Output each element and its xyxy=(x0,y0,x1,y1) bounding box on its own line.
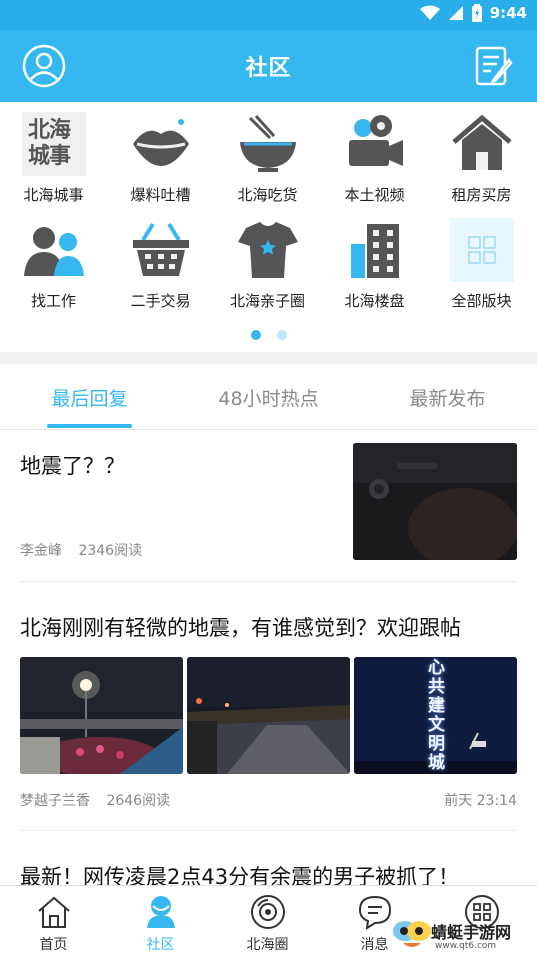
watermark-text: 蜻蜓手游网 xyxy=(431,923,512,942)
neon-sign-text: 心共建文明城 xyxy=(428,658,445,773)
section-divider xyxy=(0,352,537,364)
baby-clothes-icon xyxy=(238,222,298,278)
dragonfly-logo-icon xyxy=(393,921,431,947)
category-real-estate[interactable]: 北海楼盘 xyxy=(321,208,428,312)
category-all-sections[interactable]: 全部版块 xyxy=(428,208,535,312)
circle-icon xyxy=(251,895,285,929)
tab-last-reply[interactable]: 最后回复 xyxy=(0,384,179,411)
post-title: 北海刚刚有轻微的地震，有谁感觉到？欢迎跟帖 xyxy=(20,616,461,640)
page-dot-active xyxy=(250,330,261,340)
battery-icon xyxy=(471,4,482,22)
post-meta: 梦越子兰香 2646阅读 xyxy=(20,790,170,810)
post-image-1[interactable] xyxy=(20,657,183,774)
post-reads: 2646阅读 xyxy=(106,793,171,809)
category-housing[interactable]: 租房买房 xyxy=(428,102,535,206)
night-car-image xyxy=(353,443,517,560)
category-label: 找工作 xyxy=(30,292,76,310)
category-label: 北海吃货 xyxy=(237,186,298,204)
beihai-city-icon: 北海 城事 xyxy=(22,112,86,176)
post-item[interactable]: 北海刚刚有轻微的地震，有谁感觉到？欢迎跟帖 心共建文明城 梦越子兰香 2646阅… xyxy=(0,582,537,830)
category-label: 北海楼盘 xyxy=(344,292,405,310)
night-street-image xyxy=(20,657,183,774)
page-dot xyxy=(276,330,287,340)
home-icon xyxy=(38,896,70,928)
page-title: 社区 xyxy=(245,56,292,81)
grid-squares-icon xyxy=(468,236,496,264)
buildings-icon xyxy=(351,224,399,278)
feed-tabs: 最后回复 48小时热点 最新发布 xyxy=(0,364,537,430)
category-beihai-city[interactable]: 北海 城事 北海城事 xyxy=(0,102,107,206)
nav-community[interactable]: 社区 xyxy=(107,892,214,954)
post-item[interactable]: 地震了？？ 李金峰 2346阅读 xyxy=(0,430,537,582)
watermark: 蜻蜓手游网 www.qt6.com xyxy=(391,917,531,953)
category-label: 爆料吐槽 xyxy=(130,186,191,204)
post-image-2[interactable] xyxy=(187,657,350,774)
signal-icon xyxy=(448,6,463,20)
tab-48h-hot[interactable]: 48小时热点 xyxy=(179,384,358,411)
category-label: 北海亲子圈 xyxy=(229,292,305,310)
status-bar: 9:44 xyxy=(0,0,537,30)
post-reads: 2346阅读 xyxy=(78,543,143,559)
city-icon-line-1: 北海 xyxy=(28,118,71,143)
category-label: 二手交易 xyxy=(130,292,191,310)
video-camera-icon xyxy=(349,115,403,166)
nav-label: 社区 xyxy=(146,937,175,953)
category-jobs[interactable]: 找工作 xyxy=(0,208,107,312)
post-feed: 地震了？？ 李金峰 2346阅读 北海刚刚有轻微的地震，有谁感觉到？欢迎跟帖 心… xyxy=(0,430,537,885)
category-second-hand[interactable]: 二手交易 xyxy=(107,208,214,312)
message-icon xyxy=(358,895,392,930)
watermark-url: www.qt6.com xyxy=(435,941,497,951)
house-icon xyxy=(452,114,512,170)
noodle-bowl-icon xyxy=(240,114,296,172)
post-meta: 李金峰 2346阅读 xyxy=(20,540,142,560)
post-thumbnail[interactable] xyxy=(353,443,517,560)
tab-latest[interactable]: 最新发布 xyxy=(358,384,537,411)
status-icons: 9:44 xyxy=(419,4,527,22)
page-indicator xyxy=(0,330,537,340)
category-label: 北海城事 xyxy=(23,186,84,204)
post-author: 李金峰 xyxy=(20,543,62,559)
nav-label: 北海圈 xyxy=(246,937,289,953)
status-time: 9:44 xyxy=(489,4,527,22)
nav-label: 首页 xyxy=(39,937,68,953)
post-title: 地震了？？ xyxy=(20,454,125,478)
post-author: 梦越子兰香 xyxy=(20,793,90,809)
post-title: 最新！网传凌晨2点43分有余震的男子被抓了！ xyxy=(20,865,460,885)
app-header: 社区 xyxy=(0,30,537,102)
grid-icon xyxy=(450,218,514,282)
post-item[interactable]: 最新！网传凌晨2点43分有余震的男子被抓了！ xyxy=(0,831,537,885)
post-image-3[interactable]: 心共建文明城 xyxy=(354,657,517,774)
tab-indicator xyxy=(47,424,132,428)
night-beach-image xyxy=(187,657,350,774)
post-time: 前天 23:14 xyxy=(444,793,517,809)
basket-icon xyxy=(133,222,189,276)
category-foodie[interactable]: 北海吃货 xyxy=(214,102,321,206)
category-parenting[interactable]: 北海亲子圈 xyxy=(214,208,321,312)
category-label: 本土视频 xyxy=(344,186,405,204)
category-label: 全部版块 xyxy=(451,292,512,310)
nav-home[interactable]: 首页 xyxy=(0,892,107,954)
community-icon xyxy=(147,896,175,928)
people-icon xyxy=(24,227,84,276)
category-label: 租房买房 xyxy=(451,186,512,204)
category-local-video[interactable]: 本土视频 xyxy=(321,102,428,206)
category-grid: 北海 城事 北海城事 爆料吐槽 北海吃货 本土视频 租房买房 找工作 二手交易 … xyxy=(0,102,537,352)
lips-icon xyxy=(133,119,189,166)
nav-beihai-circle[interactable]: 北海圈 xyxy=(214,892,321,954)
edit-note-icon xyxy=(475,46,513,86)
compose-button[interactable] xyxy=(471,44,515,88)
wifi-icon xyxy=(419,5,440,20)
city-icon-line-2: 城事 xyxy=(28,144,71,169)
category-gossip[interactable]: 爆料吐槽 xyxy=(107,102,214,206)
